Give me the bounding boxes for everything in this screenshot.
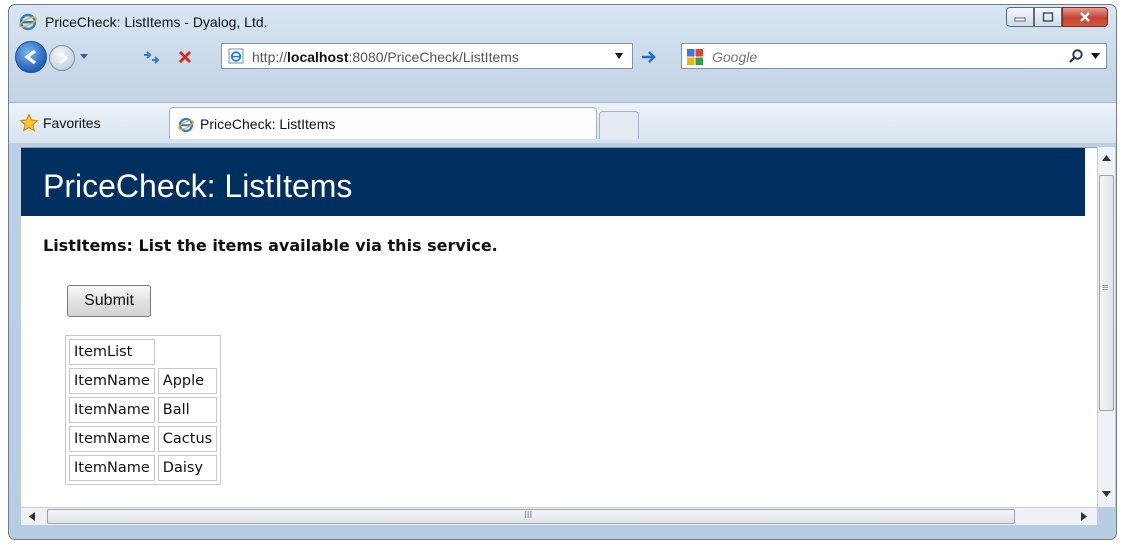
url-host: localhost <box>287 49 349 65</box>
stop-icon <box>179 51 191 63</box>
vertical-scrollbar[interactable]: ≡ <box>1097 147 1115 507</box>
go-arrow-icon <box>642 51 656 63</box>
horizontal-scrollbar[interactable]: III <box>21 507 1097 525</box>
window-title: PriceCheck: ListItems - Dyalog, Ltd. <box>45 14 268 30</box>
item-value-cell: Apple <box>157 368 218 394</box>
forward-arrow-icon <box>59 52 68 64</box>
back-button[interactable] <box>15 41 47 73</box>
vertical-scroll-thumb[interactable]: ≡ <box>1099 175 1114 411</box>
tab-label: PriceCheck: ListItems <box>200 116 336 132</box>
item-key-cell: ItemName <box>69 455 155 481</box>
item-key-cell: ItemName <box>69 426 155 452</box>
tab-pricecheck-listitems[interactable]: PriceCheck: ListItems <box>169 107 597 139</box>
page-banner: PriceCheck: ListItems <box>21 148 1085 216</box>
navigation-bar: http://localhost:8080/PriceCheck/ListIte… <box>9 37 1116 77</box>
vertical-grip: ≡ <box>1102 282 1109 294</box>
ie-logo-icon <box>178 117 194 133</box>
address-bar[interactable]: http://localhost:8080/PriceCheck/ListIte… <box>221 43 633 69</box>
search-box[interactable]: Google <box>681 43 1107 69</box>
scroll-left-arrow-icon[interactable] <box>29 512 35 521</box>
minimize-button[interactable] <box>1006 7 1034 27</box>
item-key-cell: ItemName <box>69 368 155 394</box>
horizontal-grip: III <box>524 510 533 521</box>
new-tab-button[interactable] <box>599 111 639 139</box>
browser-window: PriceCheck: ListItems - Dyalog, Ltd. htt… <box>8 4 1117 540</box>
page-title: PriceCheck: ListItems <box>43 168 353 204</box>
table-row: ItemName Apple <box>69 368 218 394</box>
table-row: ItemName Ball <box>69 397 218 423</box>
recent-pages-dropdown-icon[interactable] <box>79 51 89 61</box>
address-dropdown-icon[interactable] <box>614 52 624 60</box>
ie-logo-icon <box>19 13 37 31</box>
star-icon <box>19 113 39 132</box>
back-arrow-icon <box>24 49 37 65</box>
table-row: ItemName Cactus <box>69 426 218 452</box>
search-placeholder: Google <box>712 49 758 65</box>
go-button[interactable] <box>639 47 659 67</box>
item-value-cell: Cactus <box>157 426 218 452</box>
page-viewport: PriceCheck: ListItems ListItems: List th… <box>21 147 1097 508</box>
item-value-cell: Ball <box>157 397 218 423</box>
refresh-icon <box>144 51 160 64</box>
item-list-table: ItemList ItemName Apple ItemName Ball It… <box>65 335 222 485</box>
caption-buttons <box>1006 7 1108 29</box>
url-rest: :8080/PriceCheck/ListItems <box>348 49 519 65</box>
title-bar: PriceCheck: ListItems - Dyalog, Ltd. <box>9 5 1116 37</box>
scroll-right-arrow-icon[interactable] <box>1081 512 1087 521</box>
table-row: ItemName Daisy <box>69 455 218 481</box>
item-value-cell: Daisy <box>157 455 218 481</box>
horizontal-scroll-thumb[interactable]: III <box>47 509 1015 524</box>
search-icon[interactable] <box>1068 48 1084 64</box>
table-header-row: ItemList <box>69 339 217 365</box>
page-description: ListItems: List the items available via … <box>43 236 498 255</box>
stop-button[interactable] <box>175 47 195 67</box>
close-icon <box>1080 12 1090 22</box>
favorites-button[interactable]: Favorites <box>19 111 101 135</box>
maximize-icon <box>1042 12 1054 22</box>
search-options-dropdown-icon[interactable] <box>1091 53 1100 60</box>
table-header-cell: ItemList <box>69 339 155 365</box>
scroll-up-arrow-icon[interactable] <box>1102 155 1111 161</box>
forward-button[interactable] <box>49 45 75 71</box>
tab-bar: Favorites PriceCheck: ListItems <box>9 102 1116 143</box>
minimize-icon <box>1014 17 1026 22</box>
close-button[interactable] <box>1062 7 1108 27</box>
favorites-label: Favorites <box>43 115 101 131</box>
submit-button[interactable]: Submit <box>67 285 151 317</box>
url-text: http://localhost:8080/PriceCheck/ListIte… <box>252 49 519 65</box>
scroll-down-arrow-icon[interactable] <box>1102 491 1111 497</box>
google-search-provider-icon <box>687 49 703 65</box>
refresh-button[interactable] <box>141 47 161 67</box>
table-empty-cell <box>158 339 217 365</box>
item-key-cell: ItemName <box>69 397 155 423</box>
url-prefix: http:// <box>252 49 288 65</box>
maximize-button[interactable] <box>1034 7 1062 27</box>
page-icon <box>228 48 244 64</box>
